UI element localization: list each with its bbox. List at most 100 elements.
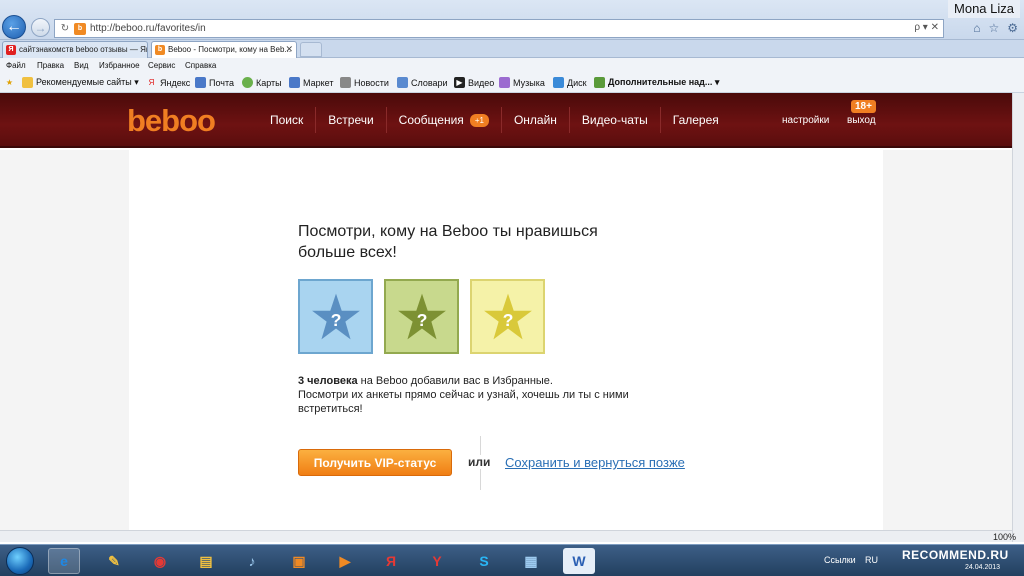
menu-file[interactable]: Файл	[6, 61, 26, 70]
age-rating-badge: 18+	[851, 100, 876, 113]
recommend-watermark: RECOMMEND.RU	[902, 548, 1009, 562]
menu-tools[interactable]: Сервис	[148, 61, 175, 70]
fav-disk[interactable]: Диск	[553, 77, 587, 88]
address-bar[interactable]: ↻ b http://beboo.ru/favorites/in ρ ▾ ✕	[54, 19, 944, 38]
home-icon[interactable]: ⌂	[973, 21, 980, 35]
tray-links[interactable]: Ссылки	[824, 555, 856, 565]
favorites-info-text: 3 человека на Beboo добавили вас в Избра…	[298, 374, 678, 416]
fav-recommended[interactable]: Рекомендуемые сайты ▾	[22, 77, 139, 88]
star-question-icon: ?	[483, 293, 532, 339]
addon-icon	[594, 77, 605, 88]
star-question-icon: ?	[311, 293, 360, 339]
address-bar-actions[interactable]: ρ ▾ ✕	[914, 22, 939, 33]
hidden-admirer-card-2[interactable]: ?	[384, 279, 459, 354]
menu-bar: Файл Правка Вид Избранное Сервис Справка	[0, 58, 1024, 73]
tab-yandex[interactable]: Я сайтзнакомств beboo отзывы — Ян...	[2, 41, 148, 58]
fav-dict[interactable]: Словари	[397, 77, 448, 88]
photo-taskbar-icon[interactable]: ▦	[515, 548, 547, 574]
nav-messages[interactable]: Сообщения +1	[387, 107, 502, 133]
info-line-1: на Beboo добавили вас в Избранные.	[357, 375, 553, 387]
app-taskbar-icon[interactable]: ✎	[98, 548, 130, 574]
main-nav: Поиск Встречи Сообщения +1 Онлайн Видео-ч…	[258, 107, 731, 133]
admirer-count: 3 человека	[298, 375, 358, 387]
info-line-2: Посмотри их анкеты прямо сейчас и узнай,…	[298, 389, 629, 415]
mail-icon	[195, 77, 206, 88]
fav-market[interactable]: Маркет	[289, 77, 333, 88]
music-icon	[499, 77, 510, 88]
get-vip-button[interactable]: Получить VIP-статус	[298, 449, 452, 476]
skype-taskbar-icon[interactable]: S	[468, 548, 500, 574]
back-button[interactable]: ←	[2, 15, 26, 39]
explorer-taskbar-icon[interactable]: ▤	[190, 548, 222, 574]
zoom-level[interactable]: 100%	[993, 532, 1016, 542]
tab-title: сайтзнакомств beboo отзывы — Ян...	[19, 45, 148, 54]
menu-edit[interactable]: Правка	[37, 61, 64, 70]
browser-titlebar: Mona Liza ← → ↻ b http://beboo.ru/favori…	[0, 0, 1024, 40]
chrome-taskbar-icon[interactable]: ◉	[144, 548, 176, 574]
page-heading: Посмотри, кому на Beboo ты нравишься бол…	[298, 223, 598, 261]
dict-icon	[397, 77, 408, 88]
favorites-add-icon[interactable]: ★	[4, 77, 15, 88]
new-tab-button[interactable]	[300, 42, 322, 57]
fav-video[interactable]: ▶ Видео	[454, 77, 494, 88]
clock-date[interactable]: 24.04.2013	[965, 564, 1000, 571]
nav-online[interactable]: Онлайн	[502, 107, 570, 133]
fav-yandex[interactable]: Я Яндекс	[146, 77, 191, 88]
market-icon	[289, 77, 300, 88]
star-question-icon: ?	[397, 293, 446, 339]
browser-toolbar-icons: ⌂ ☆ ⚙	[973, 21, 1018, 35]
fav-maps[interactable]: Карты	[242, 77, 282, 88]
site-header: beboo Поиск Встречи Сообщения +1 Онлайн В…	[0, 93, 1012, 148]
nav-video-chats[interactable]: Видео-чаты	[570, 107, 661, 133]
arrow-right-icon: →	[34, 20, 47, 35]
svg-text:?: ?	[502, 309, 513, 329]
player-taskbar-icon[interactable]: ▶	[329, 548, 361, 574]
fav-news[interactable]: Новости	[340, 77, 389, 88]
hidden-admirer-card-3[interactable]: ?	[470, 279, 545, 354]
horizontal-scrollbar[interactable]	[0, 530, 1012, 542]
maps-icon	[242, 77, 253, 88]
close-tab-icon[interactable]: ✕	[285, 42, 293, 57]
menu-help[interactable]: Справка	[185, 61, 216, 70]
gear-icon[interactable]: ⚙	[1007, 21, 1018, 35]
fav-mail[interactable]: Почта	[195, 77, 234, 88]
tab-beboo[interactable]: b Beboo - Посмотри, кому на Beb... ✕	[151, 41, 297, 58]
hidden-admirer-card-1[interactable]: ?	[298, 279, 373, 354]
fav-music[interactable]: Музыка	[499, 77, 545, 88]
address-url[interactable]: http://beboo.ru/favorites/in	[90, 23, 206, 34]
save-and-return-link[interactable]: Сохранить и вернуться позже	[505, 455, 685, 470]
sound-taskbar-icon[interactable]: ♪	[236, 548, 268, 574]
window-user-label: Mona Liza	[948, 0, 1020, 18]
ie-taskbar-icon[interactable]: e	[48, 548, 80, 574]
windows-taskbar: e ✎ ◉ ▤ ♪ ▣ ▶ Я Y S ▦ W Ссылки RU	[0, 544, 1024, 576]
start-button[interactable]	[6, 547, 34, 575]
yandex-taskbar-icon[interactable]: Я	[375, 548, 407, 574]
site-favicon: b	[74, 22, 86, 35]
logout-link[interactable]: выход	[847, 115, 876, 126]
svg-text:?: ?	[416, 309, 427, 329]
vertical-scrollbar[interactable]	[1012, 93, 1024, 542]
media-taskbar-icon[interactable]: ▣	[283, 548, 315, 574]
or-label: или	[466, 455, 493, 469]
news-icon	[340, 77, 351, 88]
settings-link[interactable]: настройки	[782, 115, 829, 126]
menu-favorites[interactable]: Избранное	[99, 61, 140, 70]
arrow-left-icon: ←	[6, 18, 22, 35]
svg-text:?: ?	[330, 309, 341, 329]
video-icon: ▶	[454, 77, 465, 88]
favorites-star-icon[interactable]: ☆	[988, 21, 999, 35]
tray-language[interactable]: RU	[865, 555, 878, 565]
favorites-bar: ★ Рекомендуемые сайты ▾ Я Яндекс Почта Ка…	[0, 73, 1024, 93]
menu-view[interactable]: Вид	[74, 61, 88, 70]
beboo-logo[interactable]: beboo	[127, 103, 216, 139]
word-taskbar-icon[interactable]: W	[563, 548, 595, 574]
forward-button[interactable]: →	[31, 18, 50, 37]
nav-gallery[interactable]: Галерея	[661, 107, 731, 133]
nav-meetings[interactable]: Встречи	[316, 107, 387, 133]
disk-icon	[553, 77, 564, 88]
beboo-favicon-icon: b	[155, 45, 165, 55]
folder-icon	[22, 77, 33, 88]
yandex-browser-taskbar-icon[interactable]: Y	[421, 548, 453, 574]
nav-search[interactable]: Поиск	[258, 107, 317, 133]
fav-addons[interactable]: Дополнительные над... ▾	[594, 77, 719, 88]
